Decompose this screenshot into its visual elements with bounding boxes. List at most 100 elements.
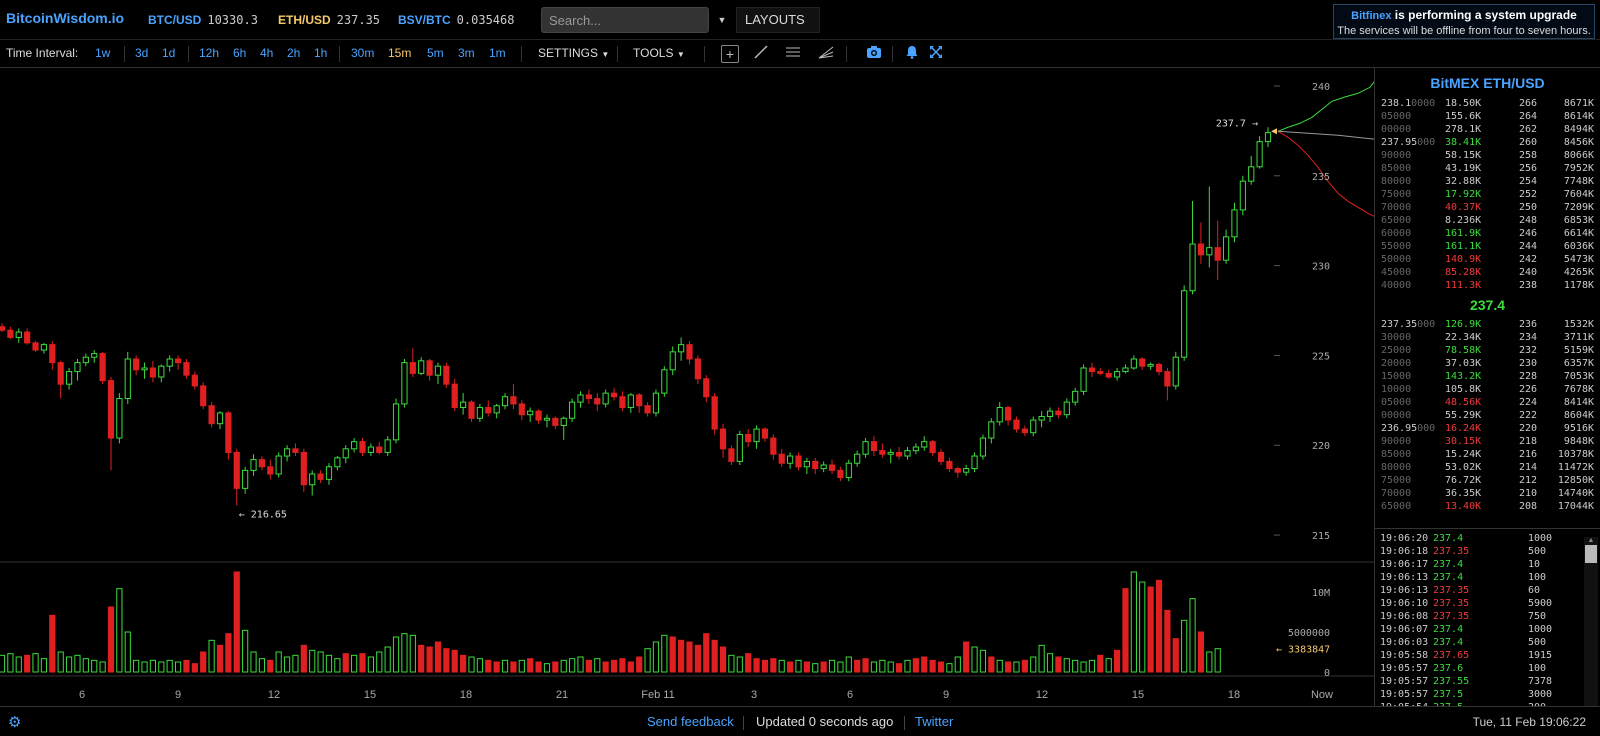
order-book-row[interactable]: 70000 36.35K 210 14740K xyxy=(1375,487,1600,500)
trade-scrollbar[interactable]: ▲ xyxy=(1584,537,1598,706)
order-book-row[interactable]: 30000 22.34K 234 3711K xyxy=(1375,331,1600,344)
settings-menu[interactable]: SETTINGS ▼ xyxy=(538,46,609,60)
order-count: 262 xyxy=(1519,123,1537,136)
interval-1h[interactable]: 1h xyxy=(314,46,327,60)
search-input[interactable] xyxy=(541,7,709,33)
volume-bar xyxy=(644,648,651,673)
order-book-row[interactable]: 00000 55.29K 222 8604K xyxy=(1375,409,1600,422)
order-book-row[interactable]: 236.95000 16.24K 220 9516K xyxy=(1375,422,1600,435)
order-book-row[interactable]: 10000 105.8K 226 7678K xyxy=(1375,383,1600,396)
interval-12h[interactable]: 12h xyxy=(199,46,219,60)
order-book-row[interactable]: 05000 155.6K 264 8614K xyxy=(1375,110,1600,123)
volume-bar xyxy=(678,639,685,673)
volume-bar xyxy=(1080,661,1087,673)
fullscreen-icon[interactable] xyxy=(926,44,946,64)
candle-body xyxy=(1013,419,1020,430)
interval-1d[interactable]: 1d xyxy=(162,46,175,60)
order-book-row[interactable]: 25000 78.58K 232 5159K xyxy=(1375,344,1600,357)
candle-body xyxy=(837,469,844,479)
order-price: 237.95000 xyxy=(1381,136,1435,149)
tools-menu[interactable]: TOOLS ▼ xyxy=(633,46,685,60)
order-book-row[interactable]: 20000 37.03K 230 6357K xyxy=(1375,357,1600,370)
gear-icon[interactable]: ⚙ xyxy=(8,713,21,731)
trade-row: 19:05:57 237.6 100 xyxy=(1375,662,1600,675)
candle-body xyxy=(443,365,450,385)
order-book-row[interactable]: 45000 85.28K 240 4265K xyxy=(1375,266,1600,279)
interval-3d[interactable]: 3d xyxy=(135,46,148,60)
candle-body xyxy=(258,459,266,468)
order-total: 6853K xyxy=(1564,214,1594,227)
pair-bsv-btc[interactable]: BSV/BTC 0.035468 xyxy=(398,13,514,27)
volume-bar xyxy=(535,661,542,673)
volume-bar xyxy=(1055,656,1062,673)
interval-3m[interactable]: 3m xyxy=(458,46,475,60)
bell-icon[interactable] xyxy=(902,44,922,64)
order-book-row[interactable]: 70000 40.37K 250 7209K xyxy=(1375,201,1600,214)
order-book-title[interactable]: BitMEX ETH/USD xyxy=(1375,75,1600,97)
scroll-up-icon[interactable]: ▲ xyxy=(1584,537,1598,545)
order-book-row[interactable]: 50000 140.9K 242 5473K xyxy=(1375,253,1600,266)
interval-1w[interactable]: 1w xyxy=(95,46,110,60)
notice-exchange[interactable]: Bitfinex xyxy=(1351,10,1391,22)
layouts-menu[interactable]: LAYOUTS ▼ xyxy=(736,7,820,50)
candle-body xyxy=(418,360,425,374)
order-count-part: 216 xyxy=(1519,449,1538,460)
search-dropdown-icon[interactable]: ▼ xyxy=(713,7,731,33)
interval-4h[interactable]: 4h xyxy=(260,46,273,60)
twitter-link[interactable]: Twitter xyxy=(915,714,953,729)
divider xyxy=(904,716,905,730)
order-book-row[interactable]: 90000 58.15K 258 8066K xyxy=(1375,149,1600,162)
order-book-row[interactable]: 237.95000 38.41K 260 8456K xyxy=(1375,136,1600,149)
order-book-row[interactable]: 00000 278.1K 262 8494K xyxy=(1375,123,1600,136)
interval-2h[interactable]: 2h xyxy=(287,46,300,60)
order-book-row[interactable]: 75000 76.72K 212 12850K xyxy=(1375,474,1600,487)
interval-5m[interactable]: 5m xyxy=(427,46,444,60)
order-book-row[interactable]: 85000 15.24K 216 10378K xyxy=(1375,448,1600,461)
order-book-row[interactable]: 237.35000 126.9K 236 1532K xyxy=(1375,318,1600,331)
last-price-annotation: 237.7 → xyxy=(1216,118,1258,129)
order-book-row[interactable]: 60000 161.9K 246 6614K xyxy=(1375,227,1600,240)
x-tick-label: 15 xyxy=(1132,689,1144,701)
order-book-row[interactable]: 40000 111.3K 238 1178K xyxy=(1375,279,1600,292)
order-price-part: 20000 xyxy=(1381,358,1412,369)
scrollbar-thumb[interactable] xyxy=(1585,545,1597,563)
interval-30m[interactable]: 30m xyxy=(351,46,374,60)
volume-bar xyxy=(443,648,450,673)
order-count-part: 214 xyxy=(1519,462,1538,473)
order-book-row[interactable]: 65000 8.236K 248 6853K xyxy=(1375,214,1600,227)
interval-1m[interactable]: 1m xyxy=(489,46,506,60)
interval-15m[interactable]: 15m xyxy=(388,46,411,60)
candle-body xyxy=(133,358,140,371)
pair-btc-usd[interactable]: BTC/USD 10330.3 xyxy=(148,13,258,27)
pair-eth-usd[interactable]: ETH/USD 237.35 xyxy=(278,13,380,27)
order-book-row[interactable]: 55000 161.1K 244 6036K xyxy=(1375,240,1600,253)
order-count: 252 xyxy=(1519,188,1537,201)
order-book-row[interactable]: 75000 17.92K 252 7604K xyxy=(1375,188,1600,201)
crosshair-icon[interactable]: + xyxy=(721,45,739,63)
volume-bar xyxy=(325,654,333,673)
price-chart[interactable]: 215 220 225 230 235 240 ← 216.65 237.7 → 10M 5000… xyxy=(0,68,1374,706)
candle-body xyxy=(65,371,73,385)
pair-symbol: ETH/USD xyxy=(278,13,331,27)
interval-6h[interactable]: 6h xyxy=(233,46,246,60)
order-book-row[interactable]: 80000 32.88K 254 7748K xyxy=(1375,175,1600,188)
trade-row: 19:05:57 237.55 7378 xyxy=(1375,675,1600,688)
order-book-row[interactable]: 90000 30.15K 218 9848K xyxy=(1375,435,1600,448)
order-book-row[interactable]: 85000 43.19K 256 7952K xyxy=(1375,162,1600,175)
order-price: 05000 xyxy=(1381,396,1411,409)
order-book-row[interactable]: 65000 13.40K 208 17044K xyxy=(1375,500,1600,513)
line-icon[interactable] xyxy=(751,44,771,64)
trade-volume: 500 xyxy=(1528,637,1547,648)
fan-icon[interactable] xyxy=(816,44,836,64)
order-book-row[interactable]: 238.10000 18.50K 266 8671K xyxy=(1375,97,1600,110)
order-book-row[interactable]: 05000 48.56K 224 8414K xyxy=(1375,396,1600,409)
candle-body xyxy=(1239,180,1246,211)
order-total: 8671K xyxy=(1564,97,1594,110)
order-book-row[interactable]: 80000 53.02K 214 11472K xyxy=(1375,461,1600,474)
horizontal-lines-icon[interactable] xyxy=(783,44,803,64)
order-book-row[interactable]: 15000 143.2K 228 7053K xyxy=(1375,370,1600,383)
camera-icon[interactable] xyxy=(864,44,884,64)
site-logo[interactable]: BitcoinWisdom.io xyxy=(6,10,124,26)
send-feedback-link[interactable]: Send feedback xyxy=(647,714,734,729)
candle-body xyxy=(1172,356,1179,387)
